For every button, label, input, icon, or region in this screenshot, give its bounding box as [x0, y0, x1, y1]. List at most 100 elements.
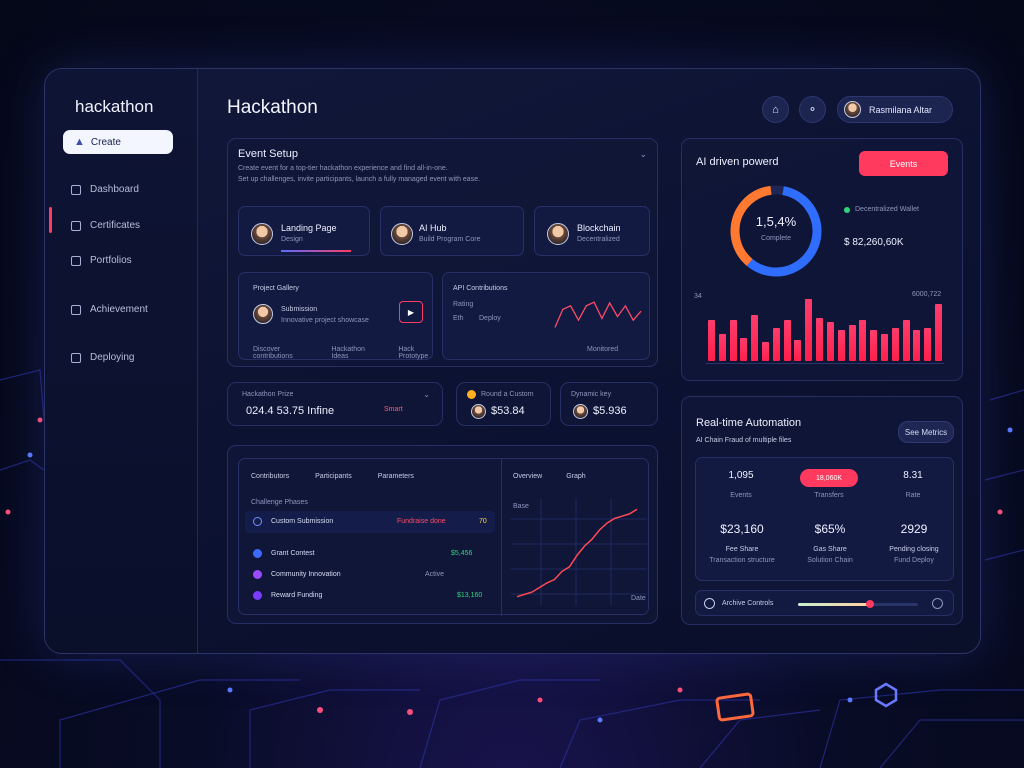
see-metrics-button[interactable]: See Metrics — [898, 421, 954, 443]
bar-chart-axis — [706, 363, 944, 364]
card-sub: Build Program Core — [419, 236, 481, 243]
donut-sub: Complete — [761, 235, 791, 242]
row-value: $13,160 — [457, 592, 483, 599]
api-title: API Contributions — [453, 285, 508, 292]
tag-2[interactable]: Hackathon Ideas — [331, 346, 368, 360]
home-button[interactable]: ⌂ — [762, 96, 789, 123]
settings-icon[interactable] — [932, 598, 943, 609]
stat-label: Transfers — [814, 492, 844, 499]
sidebar-item-dashboard[interactable]: Dashboard — [71, 184, 139, 195]
bar-5[interactable] — [751, 314, 759, 361]
col-participants[interactable]: Participants — [315, 473, 352, 480]
card-title: Blockchain — [577, 223, 621, 233]
bar-10[interactable] — [805, 299, 813, 361]
chevron-down-icon[interactable]: ⌄ — [639, 149, 647, 160]
bar-1[interactable] — [707, 319, 715, 361]
prize-card[interactable]: Hackathon Prize ⌄ 024.4 53.75 Infine Sma… — [227, 382, 443, 426]
bar-12[interactable] — [826, 321, 834, 361]
sidebar-item-certificates[interactable]: Certificates — [71, 220, 140, 231]
gallery-row-name: Submission — [281, 306, 318, 313]
bar-16[interactable] — [870, 330, 878, 361]
contributors-panel: Contributors Participants Parameters Cha… — [227, 445, 658, 624]
chart-header-overview[interactable]: Overview — [513, 473, 542, 480]
slider-handle[interactable] — [866, 600, 874, 608]
bar-7[interactable] — [772, 327, 780, 361]
stat-value: $65% — [814, 522, 846, 536]
slider-fill — [798, 603, 870, 606]
avatar — [253, 304, 273, 324]
deploy-icon — [71, 352, 81, 363]
bar-21[interactable] — [924, 327, 932, 361]
sidebar-item-achievement[interactable]: Achievement — [71, 304, 148, 315]
card-ai-hub[interactable]: AI Hub Build Program Core — [380, 206, 524, 256]
row-name: Custom Submission — [271, 518, 334, 525]
tag-3[interactable]: Hack Prototype — [398, 346, 432, 360]
card-sub: Decentralized — [577, 236, 620, 243]
events-button[interactable]: Events — [859, 151, 948, 176]
row-icon — [253, 570, 262, 579]
api-label-2: Eth — [453, 315, 464, 322]
gallery-tags: Discover contributions Hackathon Ideas H… — [253, 346, 432, 360]
play-icon[interactable]: ▶ — [399, 301, 423, 323]
bar-13[interactable] — [837, 330, 845, 361]
sidebar-item-portfolios[interactable]: Portfolios — [71, 255, 132, 266]
create-button[interactable]: ▲ Create — [63, 130, 173, 154]
bar-3[interactable] — [729, 319, 737, 361]
avatar — [844, 101, 861, 118]
round-card[interactable]: Round a Custom $53.84 — [456, 382, 551, 426]
bar-22[interactable] — [935, 304, 943, 361]
dynamic-value: $5.936 — [593, 405, 627, 417]
prize-tag: Smart — [384, 406, 403, 413]
stat-sub: Transaction structure — [709, 557, 775, 564]
bar-15[interactable] — [859, 319, 867, 361]
bar-19[interactable] — [902, 319, 910, 361]
sidebar-item-label: Certificates — [90, 220, 141, 231]
bell-icon: ⚬ — [807, 104, 818, 116]
col-contributors[interactable]: Contributors — [251, 473, 289, 480]
table-subheader: Challenge Phases — [251, 499, 308, 506]
sidebar-item-deploying[interactable]: Deploying — [71, 352, 134, 363]
avatar — [573, 404, 588, 419]
bar-9[interactable] — [794, 340, 802, 361]
bar-11[interactable] — [816, 317, 824, 361]
legend-label: Decentralized Wallet — [855, 206, 919, 213]
bar-8[interactable] — [783, 319, 791, 361]
slider-label: Archive Controls — [722, 600, 774, 607]
stat-highlight[interactable]: 18,060K — [800, 469, 858, 487]
card-sub: Design — [281, 236, 303, 243]
create-label: Create — [90, 136, 121, 148]
card-blockchain[interactable]: Blockchain Decentralized — [534, 206, 650, 256]
bar-4[interactable] — [740, 338, 748, 361]
bar-18[interactable] — [891, 327, 899, 361]
card-landing-page[interactable]: Landing Page Design — [238, 206, 370, 256]
dynamic-card[interactable]: Dynamic key $5.936 — [560, 382, 658, 426]
donut-segment-blue — [730, 185, 822, 277]
round-label: Round a Custom — [481, 391, 534, 398]
slider-track[interactable] — [798, 600, 918, 608]
col-parameters[interactable]: Parameters — [378, 473, 414, 480]
tag-1[interactable]: Discover contributions — [253, 346, 301, 360]
user-menu[interactable]: Rasmilana Altar — [837, 96, 953, 123]
stat-value: 2929 — [900, 522, 928, 536]
home-icon: ⌂ — [772, 103, 779, 116]
user-name: Rasmilana Altar — [869, 104, 933, 115]
row-value: Active — [425, 571, 445, 578]
sidebar: hackathon ▲ Create Dashboard Certificate… — [45, 69, 198, 653]
realtime-title: Real-time Automation — [696, 417, 802, 429]
table-row[interactable]: Grant Contest $5,456 — [245, 545, 495, 563]
bar-20[interactable] — [913, 330, 921, 361]
sidebar-item-label: Achievement — [90, 304, 148, 315]
bar-2[interactable] — [718, 334, 726, 361]
table-row[interactable]: Custom Submission Fundraise done 70 — [245, 511, 495, 533]
growth-line-series — [516, 508, 638, 598]
table-row[interactable]: Reward Funding $13,160 — [245, 587, 495, 605]
bar-14[interactable] — [848, 324, 856, 361]
bar-6[interactable] — [762, 342, 769, 361]
table-row[interactable]: Community Innovation Active — [245, 566, 495, 584]
chart-header-graph[interactable]: Graph — [566, 473, 585, 480]
card-title: AI Hub — [419, 223, 447, 233]
bar-17[interactable] — [881, 334, 888, 361]
page-title: Hackathon — [227, 97, 318, 118]
api-contributions-box: API Contributions Rating Eth Deploy Moni… — [442, 272, 650, 360]
notifications-button[interactable]: ⚬ — [799, 96, 826, 123]
